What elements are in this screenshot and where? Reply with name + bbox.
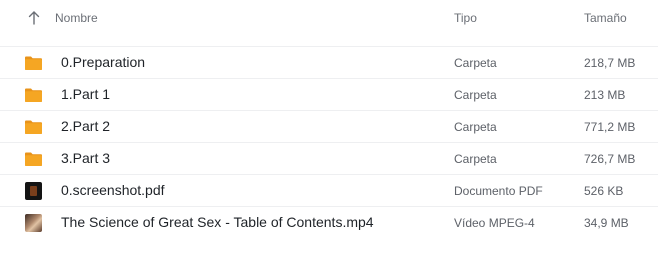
file-name: 1.Part 1 [61,86,111,102]
file-size: 34,9 MB [584,216,629,230]
folder-icon [24,54,43,72]
file-list: Nombre Tipo Tamaño 0.Preparation Carpeta… [0,0,658,262]
file-name: 2.Part 2 [61,118,111,134]
list-item[interactable]: 0.screenshot.pdf Documento PDF 526 KB [0,174,658,206]
file-size: 771,2 MB [584,120,636,134]
file-name: The Science of Great Sex - Table of Cont… [61,214,374,230]
file-type: Carpeta [454,120,497,134]
list-item[interactable]: 3.Part 3 Carpeta 726,7 MB [0,142,658,174]
pdf-thumbnail-icon [25,182,42,200]
file-type: Documento PDF [454,184,543,198]
arrow-up-icon[interactable] [26,9,42,27]
column-header-name[interactable]: Nombre [55,11,98,25]
file-type: Vídeo MPEG-4 [454,216,535,230]
folder-icon [24,118,43,136]
file-type: Carpeta [454,56,497,70]
list-item[interactable]: 1.Part 1 Carpeta 213 MB [0,78,658,110]
file-type: Carpeta [454,88,497,102]
list-item[interactable]: The Science of Great Sex - Table of Cont… [0,206,658,238]
file-name: 0.screenshot.pdf [61,182,165,198]
file-size: 526 KB [584,184,624,198]
folder-icon [24,150,43,168]
video-thumbnail-icon [25,214,42,232]
list-item[interactable]: 0.Preparation Carpeta 218,7 MB [0,46,658,78]
column-header-size[interactable]: Tamaño [584,11,627,25]
file-name: 3.Part 3 [61,150,111,166]
folder-icon [24,86,43,104]
file-size: 213 MB [584,88,626,102]
column-header: Nombre Tipo Tamaño [0,0,658,36]
file-size: 218,7 MB [584,56,636,70]
file-size: 726,7 MB [584,152,636,166]
column-header-type[interactable]: Tipo [454,11,477,25]
file-type: Carpeta [454,152,497,166]
file-name: 0.Preparation [61,54,146,70]
list-item[interactable]: 2.Part 2 Carpeta 771,2 MB [0,110,658,142]
